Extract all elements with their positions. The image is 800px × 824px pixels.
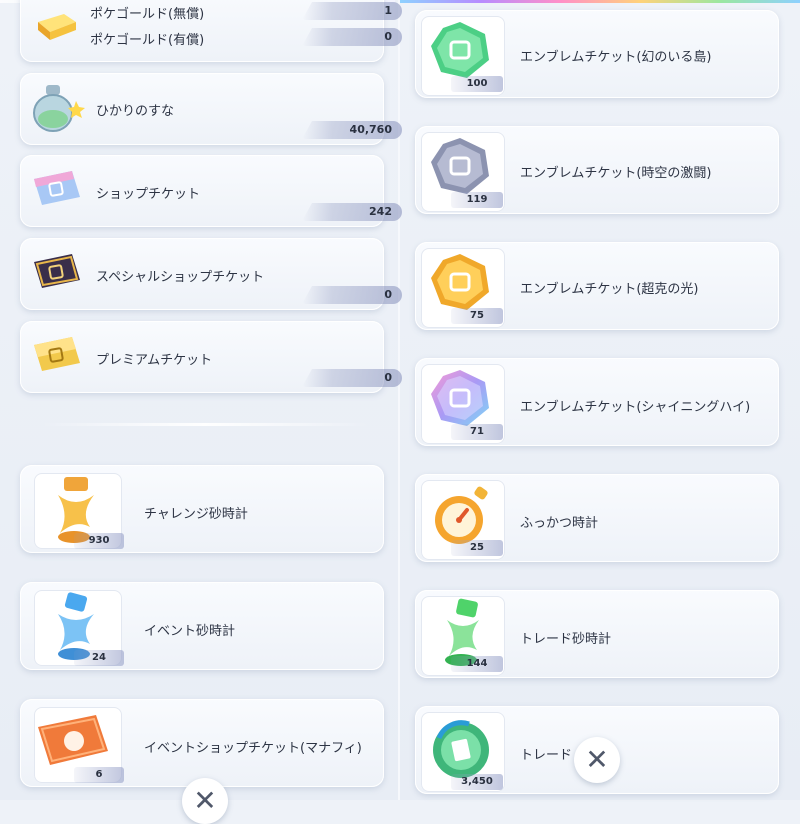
item-value: 0 [384,371,392,384]
item-count: 6 [74,767,124,783]
item-value: 40,760 [349,123,392,136]
special-shop-ticket-icon [32,252,82,292]
close-icon: ✕ [193,783,217,817]
pokegold-paid-label: ポケゴールド(有償) [90,33,205,48]
item-label: ショップチケット [96,187,201,202]
section-divider [40,423,370,426]
list-item[interactable]: 930 チャレンジ砂時計 [20,465,384,553]
item-value: 242 [369,205,392,218]
item-label: トレード [520,748,573,763]
item-count: 119 [451,192,503,208]
pokegold-paid-value: 0 [384,30,392,43]
column-divider [398,0,400,800]
event-shop-ticket-icon [34,711,114,771]
trade-ticket-icon [429,718,493,782]
item-label: エンブレムチケット(超克の光) [520,282,699,297]
shop-ticket-icon [32,169,82,209]
item-label: スペシャルショップチケット [96,270,265,285]
item-count: 25 [451,540,503,556]
item-value: 0 [384,288,392,301]
list-item[interactable]: 119 エンブレムチケット(時空の激闘) [415,126,779,214]
close-icon: ✕ [585,742,609,776]
gold-bar-icon [34,8,78,42]
item-label: ふっかつ時計 [520,516,599,531]
list-item[interactable]: 24 イベント砂時計 [20,582,384,670]
list-item[interactable]: スペシャルショップチケット 0 [20,238,402,310]
item-count: 24 [74,650,124,666]
item-label: エンブレムチケット(幻のいる島) [520,50,712,65]
item-count: 144 [451,656,503,672]
emblem-ticket-gray-icon [427,136,493,198]
close-button[interactable]: ✕ [574,737,620,783]
list-item[interactable]: 144 トレード砂時計 [415,590,779,678]
list-item[interactable]: 25 ふっかつ時計 [415,474,779,562]
emblem-ticket-gold-icon [427,252,493,314]
list-item[interactable]: ひかりのすな 40,760 [20,73,402,145]
light-sand-bottle-icon [30,81,86,135]
list-item[interactable]: 100 エンブレムチケット(幻のいる島) [415,10,779,98]
pokegold-free-label: ポケゴールド(無償) [90,7,205,22]
list-item[interactable]: 6 イベントショップチケット(マナフィ) [20,699,384,787]
item-label: トレード砂時計 [520,632,612,647]
item-label: イベントショップチケット(マナフィ) [144,741,362,756]
pokegold-free-value: 1 [384,4,392,17]
item-label: プレミアムチケット [96,353,213,368]
item-count: 100 [451,76,503,92]
item-label: チャレンジ砂時計 [144,507,248,522]
revival-watch-icon [429,484,493,548]
list-item[interactable]: 71 エンブレムチケット(シャイニングハイ) [415,358,779,446]
list-item[interactable]: プレミアムチケット 0 [20,321,402,393]
item-label: エンブレムチケット(シャイニングハイ) [520,400,751,415]
item-count: 71 [451,424,503,440]
item-count: 3,450 [451,774,503,790]
list-item[interactable]: ショップチケット 242 [20,155,402,227]
list-item[interactable]: 75 エンブレムチケット(超克の光) [415,242,779,330]
item-label: ひかりのすな [96,104,175,119]
item-count: 75 [451,308,503,324]
pokegold-card: ポケゴールド(無償) 1 ポケゴールド(有償) 0 [20,0,402,62]
emblem-ticket-rainbow-icon [427,368,493,430]
item-label: エンブレムチケット(時空の激闘) [520,166,712,181]
top-bar-right [400,0,800,3]
item-count: 930 [74,533,124,549]
close-button[interactable]: ✕ [182,778,228,824]
premium-ticket-icon [32,335,82,375]
emblem-ticket-green-icon [427,20,493,82]
item-label: イベント砂時計 [144,624,236,639]
